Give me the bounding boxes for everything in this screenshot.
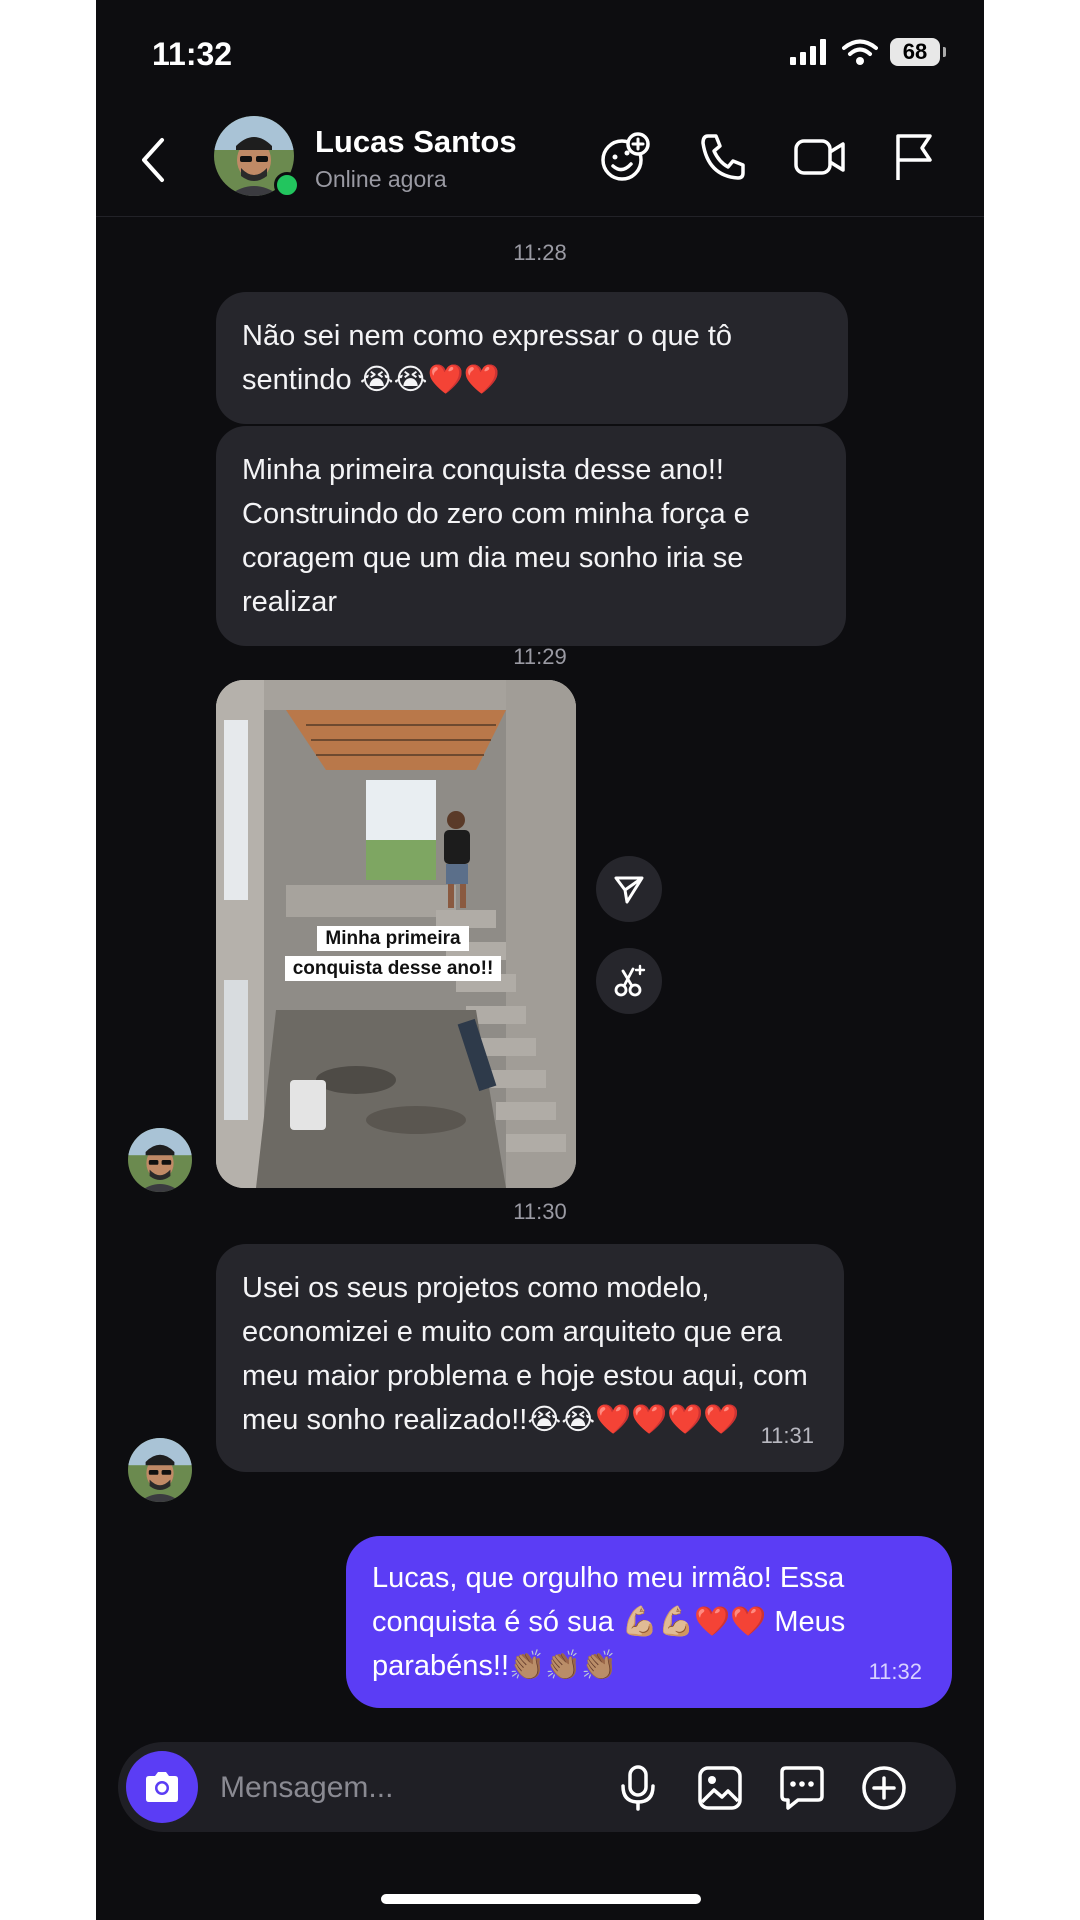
sparkle-scissors-icon	[614, 964, 646, 997]
message-input[interactable]	[218, 1764, 602, 1812]
message-text: Lucas, que orgulho meu irmão! Essa conqu…	[372, 1562, 846, 1682]
chat-header: Lucas Santos Online agora	[96, 110, 984, 217]
timestamp: 11:29	[513, 644, 567, 669]
photo-caption-line-2: conquista desse ano!!	[284, 956, 502, 981]
add-emoji-icon[interactable]	[598, 130, 652, 184]
wifi-icon	[842, 39, 878, 65]
shared-photo[interactable]: Minha primeira conquista desse ano!!	[216, 680, 576, 1188]
gallery-icon[interactable]	[696, 1764, 744, 1812]
status-icons: 68	[790, 38, 946, 66]
timestamp: 11:30	[513, 1199, 567, 1224]
incoming-message[interactable]: Não sei nem como expressar o que tô sent…	[216, 292, 848, 424]
message-time: 11:32	[868, 1659, 922, 1684]
incoming-message[interactable]: Usei os seus projetos como modelo, econo…	[216, 1244, 844, 1472]
incoming-message[interactable]: Minha primeira conquista desse ano!! Con…	[216, 426, 846, 646]
microphone-icon[interactable]	[616, 1764, 660, 1812]
outgoing-message[interactable]: Lucas, que orgulho meu irmão! Essa conqu…	[346, 1536, 952, 1708]
sticker-chat-icon[interactable]	[778, 1764, 826, 1812]
add-more-icon[interactable]	[860, 1764, 908, 1812]
message-composer	[118, 1742, 956, 1832]
back-chevron-icon[interactable]	[136, 134, 170, 186]
message-time: 11:31	[760, 1423, 814, 1448]
home-indicator	[381, 1894, 701, 1904]
send-icon	[614, 876, 644, 904]
status-bar: 11:32 68	[96, 0, 984, 110]
signal-icon	[790, 39, 826, 65]
contact-name[interactable]: Lucas Santos	[315, 124, 517, 160]
message-text: Usei os seus projetos como modelo, econo…	[242, 1272, 808, 1436]
report-flag-icon[interactable]	[890, 130, 938, 184]
contact-status: Online agora	[315, 166, 447, 192]
sender-avatar[interactable]	[128, 1128, 192, 1192]
online-indicator	[274, 172, 300, 198]
video-call-icon[interactable]	[792, 130, 848, 184]
chat-screen: 11:32 68 Lucas Santos Online agora 11:28…	[96, 0, 984, 1920]
status-time: 11:32	[152, 36, 233, 72]
camera-button[interactable]	[126, 1751, 198, 1823]
battery-indicator: 68	[890, 38, 946, 66]
phone-call-icon[interactable]	[698, 130, 748, 184]
ai-edit-button[interactable]	[596, 948, 662, 1014]
photo-caption-line-1: Minha primeira	[317, 926, 469, 951]
camera-icon	[146, 1772, 178, 1802]
share-button[interactable]	[596, 856, 662, 922]
photo-caption: Minha primeira conquista desse ano!!	[268, 924, 518, 984]
timestamp: 11:28	[513, 240, 567, 265]
sender-avatar[interactable]	[128, 1438, 192, 1502]
